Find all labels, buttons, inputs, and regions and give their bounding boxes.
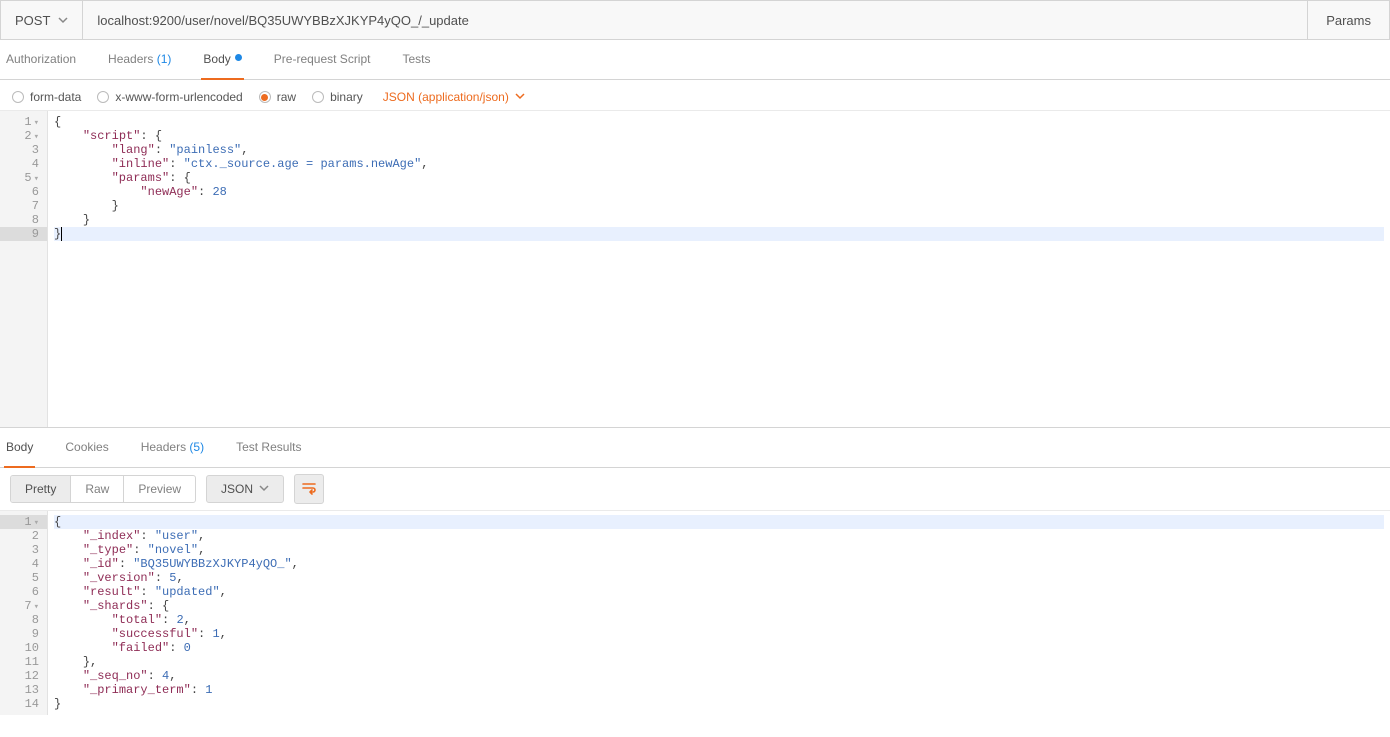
resp-tab-cookies-label: Cookies: [65, 440, 108, 454]
resp-tab-tests[interactable]: Test Results: [234, 428, 303, 468]
content-type-label: JSON (application/json): [383, 90, 509, 104]
editor-code-area[interactable]: { "script": { "lang": "painless", "inlin…: [48, 111, 1390, 427]
tab-body[interactable]: Body: [201, 40, 243, 80]
radio-raw[interactable]: raw: [259, 90, 296, 104]
radio-formdata[interactable]: form-data: [12, 90, 81, 104]
tab-tests-label: Tests: [402, 52, 430, 66]
resp-tab-headers-label: Headers: [141, 440, 186, 454]
radio-raw-label: raw: [277, 90, 296, 104]
tab-headers-label: Headers: [108, 52, 153, 66]
tab-authorization[interactable]: Authorization: [4, 40, 78, 80]
url-input[interactable]: [83, 1, 1307, 39]
preview-button[interactable]: Preview: [124, 476, 195, 502]
raw-button[interactable]: Raw: [71, 476, 124, 502]
radio-circle-icon: [97, 91, 109, 103]
resp-tab-body-label: Body: [6, 440, 33, 454]
tab-body-modified-dot-icon: [235, 54, 242, 61]
radio-urlencoded[interactable]: x-www-form-urlencoded: [97, 90, 242, 104]
chevron-down-icon: [58, 13, 68, 28]
chevron-down-icon: [515, 90, 525, 104]
resp-tab-tests-label: Test Results: [236, 440, 301, 454]
editor-code-area[interactable]: { "_index": "user", "_type": "novel", "_…: [48, 511, 1390, 715]
radio-binary-label: binary: [330, 90, 363, 104]
wrap-lines-icon: [301, 480, 317, 499]
response-toolbar: Pretty Raw Preview JSON: [0, 468, 1390, 511]
tab-headers[interactable]: Headers (1): [106, 40, 173, 80]
radio-circle-icon: [12, 91, 24, 103]
editor-gutter: 1▾2▾345▾6789: [0, 111, 48, 427]
method-label: POST: [15, 13, 50, 28]
chevron-down-icon: [259, 482, 269, 496]
response-body-editor[interactable]: 1▾234567▾891011121314 { "_index": "user"…: [0, 511, 1390, 715]
tab-body-label: Body: [203, 52, 230, 66]
response-view-group: Pretty Raw Preview: [10, 475, 196, 503]
radio-binary[interactable]: binary: [312, 90, 363, 104]
pretty-label: Pretty: [25, 482, 56, 496]
response-tabs: Body Cookies Headers (5) Test Results: [0, 428, 1390, 468]
tab-prerequest-label: Pre-request Script: [274, 52, 371, 66]
params-button[interactable]: Params: [1307, 1, 1389, 39]
resp-tab-cookies[interactable]: Cookies: [63, 428, 110, 468]
radio-urlencoded-label: x-www-form-urlencoded: [115, 90, 242, 104]
radio-formdata-label: form-data: [30, 90, 81, 104]
content-type-select[interactable]: JSON (application/json): [383, 90, 525, 104]
response-format-label: JSON: [221, 482, 253, 496]
pretty-button[interactable]: Pretty: [11, 476, 71, 502]
params-label: Params: [1326, 13, 1371, 28]
resp-tab-headers[interactable]: Headers (5): [139, 428, 206, 468]
tab-headers-count: (1): [157, 52, 172, 66]
request-body-editor[interactable]: 1▾2▾345▾6789 { "script": { "lang": "pain…: [0, 111, 1390, 428]
preview-label: Preview: [138, 482, 181, 496]
resp-tab-headers-count: (5): [189, 440, 204, 454]
wrap-lines-button[interactable]: [294, 474, 324, 504]
tab-authorization-label: Authorization: [6, 52, 76, 66]
editor-gutter: 1▾234567▾891011121314: [0, 511, 48, 715]
radio-circle-icon: [312, 91, 324, 103]
body-type-row: form-data x-www-form-urlencoded raw bina…: [0, 80, 1390, 111]
request-tabs: Authorization Headers (1) Body Pre-reque…: [0, 40, 1390, 80]
request-topbar: POST Params: [0, 0, 1390, 40]
resp-tab-body[interactable]: Body: [4, 428, 35, 468]
http-method-select[interactable]: POST: [1, 1, 83, 39]
tab-prerequest[interactable]: Pre-request Script: [272, 40, 373, 80]
tab-tests[interactable]: Tests: [400, 40, 432, 80]
raw-label: Raw: [85, 482, 109, 496]
radio-circle-selected-icon: [259, 91, 271, 103]
response-format-select[interactable]: JSON: [206, 475, 284, 503]
